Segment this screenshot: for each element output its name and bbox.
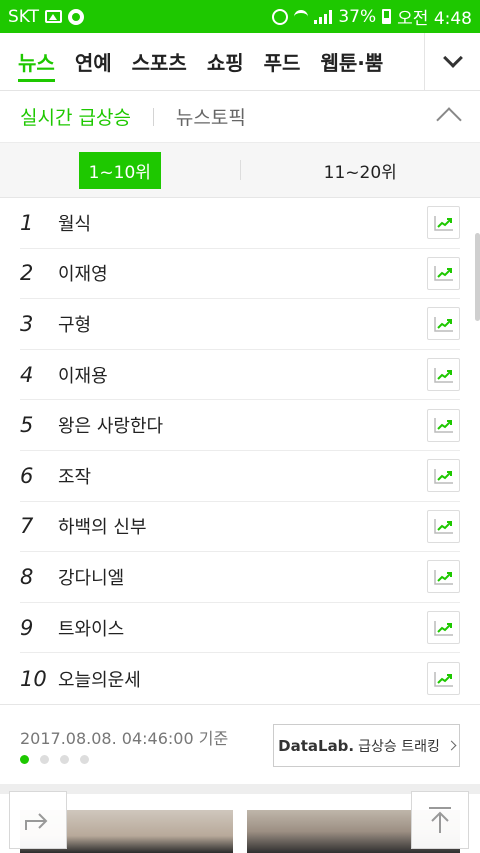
tab-realtime-rising[interactable]: 실시간 급상승 bbox=[20, 103, 131, 130]
trend-chart-icon bbox=[433, 569, 453, 585]
rank-keyword[interactable]: 이재영 bbox=[58, 260, 427, 286]
rank-number: 6 bbox=[20, 463, 34, 488]
rank-keyword[interactable]: 왕은 사랑한다 bbox=[58, 412, 427, 438]
category-tab[interactable]: 뉴스 bbox=[18, 33, 55, 90]
rank-number: 1 bbox=[20, 210, 34, 235]
trend-chart-icon bbox=[433, 468, 453, 484]
share-button[interactable] bbox=[9, 791, 67, 849]
tab-rank-11-20-label: 11~20위 bbox=[323, 162, 397, 183]
chevron-up-icon[interactable] bbox=[436, 107, 462, 133]
category-tab[interactable]: 쇼핑 bbox=[207, 33, 244, 90]
trend-chart-icon bbox=[433, 418, 453, 433]
gallery-icon bbox=[45, 10, 63, 23]
page-dot[interactable] bbox=[20, 755, 29, 764]
status-bar: SKT 37% 오전 4:48 bbox=[0, 0, 480, 33]
ranking-item[interactable]: 9 트와이스 bbox=[20, 603, 460, 654]
trend-chart-icon bbox=[433, 215, 453, 231]
ranking-item[interactable]: 8 강다니엘 bbox=[20, 552, 460, 603]
ranking-item[interactable]: 2 이재영 bbox=[20, 249, 460, 300]
wifi-icon bbox=[294, 9, 309, 24]
rank-number: 4 bbox=[20, 362, 34, 387]
section-gap bbox=[0, 784, 480, 794]
category-nav: 뉴스 연예 스포츠 쇼핑 푸드 웹툰·뿜 bbox=[0, 33, 480, 91]
page-indicator bbox=[20, 755, 89, 764]
page-dot[interactable] bbox=[40, 755, 49, 764]
trend-chart-icon bbox=[433, 620, 453, 636]
rank-number: 7 bbox=[20, 514, 34, 539]
trend-chart-icon bbox=[433, 671, 453, 687]
rank-keyword[interactable]: 트와이스 bbox=[58, 615, 427, 641]
trend-chart-button[interactable] bbox=[427, 662, 460, 696]
rank-number: 2 bbox=[20, 261, 34, 286]
rank-keyword[interactable]: 월식 bbox=[58, 210, 427, 236]
ranking-item[interactable]: 3 구형 bbox=[20, 299, 460, 350]
rank-keyword[interactable]: 구형 bbox=[58, 311, 427, 337]
trend-chart-button[interactable] bbox=[427, 358, 460, 392]
trend-chart-button[interactable] bbox=[427, 307, 460, 341]
tab-news-topic[interactable]: 뉴스토픽 bbox=[176, 103, 246, 130]
rank-range-tabs: 1~10위 11~20위 bbox=[0, 143, 480, 198]
circle-app-icon bbox=[68, 8, 85, 25]
category-tab[interactable]: 푸드 bbox=[264, 33, 301, 90]
datalab-brand: DataLab. bbox=[278, 736, 355, 755]
scrollbar-thumb[interactable] bbox=[475, 233, 480, 321]
rank-keyword[interactable]: 오늘의운세 bbox=[58, 666, 427, 692]
trend-chart-icon bbox=[433, 367, 453, 383]
ranking-item[interactable]: 6 조작 bbox=[20, 451, 460, 502]
category-tab[interactable]: 스포츠 bbox=[132, 33, 187, 90]
ranking-list: 1 월식 2 이재영 3 구형 4 이재용 5 왕은 사랑한다 6 조작 7 하백의 신부 8 강다니엘 9 트와… bbox=[20, 198, 460, 704]
ranking-item[interactable]: 10 오늘의운세 bbox=[20, 653, 460, 704]
rank-keyword[interactable]: 강다니엘 bbox=[58, 564, 427, 590]
rank-number: 5 bbox=[20, 413, 34, 438]
rank-number: 3 bbox=[20, 311, 34, 336]
share-icon bbox=[25, 813, 48, 830]
datalab-label: 급상승 트래킹 bbox=[358, 738, 440, 755]
trend-chart-icon bbox=[433, 266, 453, 282]
realtime-subheader: 실시간 급상승 뉴스토픽 bbox=[0, 91, 480, 143]
chevron-down-icon bbox=[442, 47, 463, 68]
rank-number: 10 bbox=[20, 666, 47, 691]
rank-keyword[interactable]: 하백의 신부 bbox=[58, 513, 427, 539]
rank-keyword[interactable]: 조작 bbox=[58, 463, 427, 489]
datalab-tracking-button[interactable]: DataLab. 급상승 트래킹 bbox=[273, 724, 460, 767]
trend-chart-button[interactable] bbox=[427, 408, 460, 442]
tab-rank-11-20[interactable]: 11~20위 bbox=[241, 143, 480, 197]
page-dot[interactable] bbox=[80, 755, 89, 764]
trend-chart-icon bbox=[433, 316, 453, 332]
category-expand-button[interactable] bbox=[424, 33, 480, 90]
tab-rank-1-10[interactable]: 1~10위 bbox=[0, 143, 240, 197]
signal-icon bbox=[314, 9, 333, 24]
trend-chart-button[interactable] bbox=[427, 459, 460, 493]
scroll-top-icon bbox=[429, 807, 451, 833]
scroll-top-button[interactable] bbox=[411, 791, 469, 849]
clock: 오전 4:48 bbox=[397, 9, 472, 29]
category-tab[interactable]: 웹툰·뿜 bbox=[320, 33, 383, 90]
trend-chart-icon bbox=[433, 519, 453, 535]
ranking-timestamp: 2017.08.08. 04:46:00 기준 bbox=[20, 729, 229, 748]
alarm-icon bbox=[272, 8, 289, 25]
ranking-item[interactable]: 7 하백의 신부 bbox=[20, 502, 460, 553]
trend-chart-button[interactable] bbox=[427, 256, 460, 290]
category-tab[interactable]: 연예 bbox=[75, 33, 112, 90]
page-dot[interactable] bbox=[60, 755, 69, 764]
rank-number: 9 bbox=[20, 615, 34, 640]
chevron-right-icon bbox=[446, 740, 457, 751]
trend-chart-button[interactable] bbox=[427, 509, 460, 543]
tab-divider bbox=[152, 107, 154, 126]
category-list: 뉴스 연예 스포츠 쇼핑 푸드 웹툰·뿜 bbox=[0, 33, 424, 90]
trend-chart-button[interactable] bbox=[427, 560, 460, 594]
tab-rank-1-10-label: 1~10위 bbox=[78, 151, 161, 189]
ranking-item[interactable]: 1 월식 bbox=[20, 198, 460, 249]
ranking-footer: 2017.08.08. 04:46:00 기준 DataLab. 급상승 트래킹 bbox=[0, 704, 480, 784]
trend-chart-button[interactable] bbox=[427, 206, 460, 240]
rank-number: 8 bbox=[20, 564, 34, 589]
carrier-label: SKT bbox=[8, 6, 40, 27]
battery-icon bbox=[382, 9, 392, 24]
rank-keyword[interactable]: 이재용 bbox=[58, 362, 427, 388]
battery-percent: 37% bbox=[338, 6, 377, 27]
ranking-item[interactable]: 4 이재용 bbox=[20, 350, 460, 401]
ranking-item[interactable]: 5 왕은 사랑한다 bbox=[20, 400, 460, 451]
trend-chart-button[interactable] bbox=[427, 611, 460, 645]
